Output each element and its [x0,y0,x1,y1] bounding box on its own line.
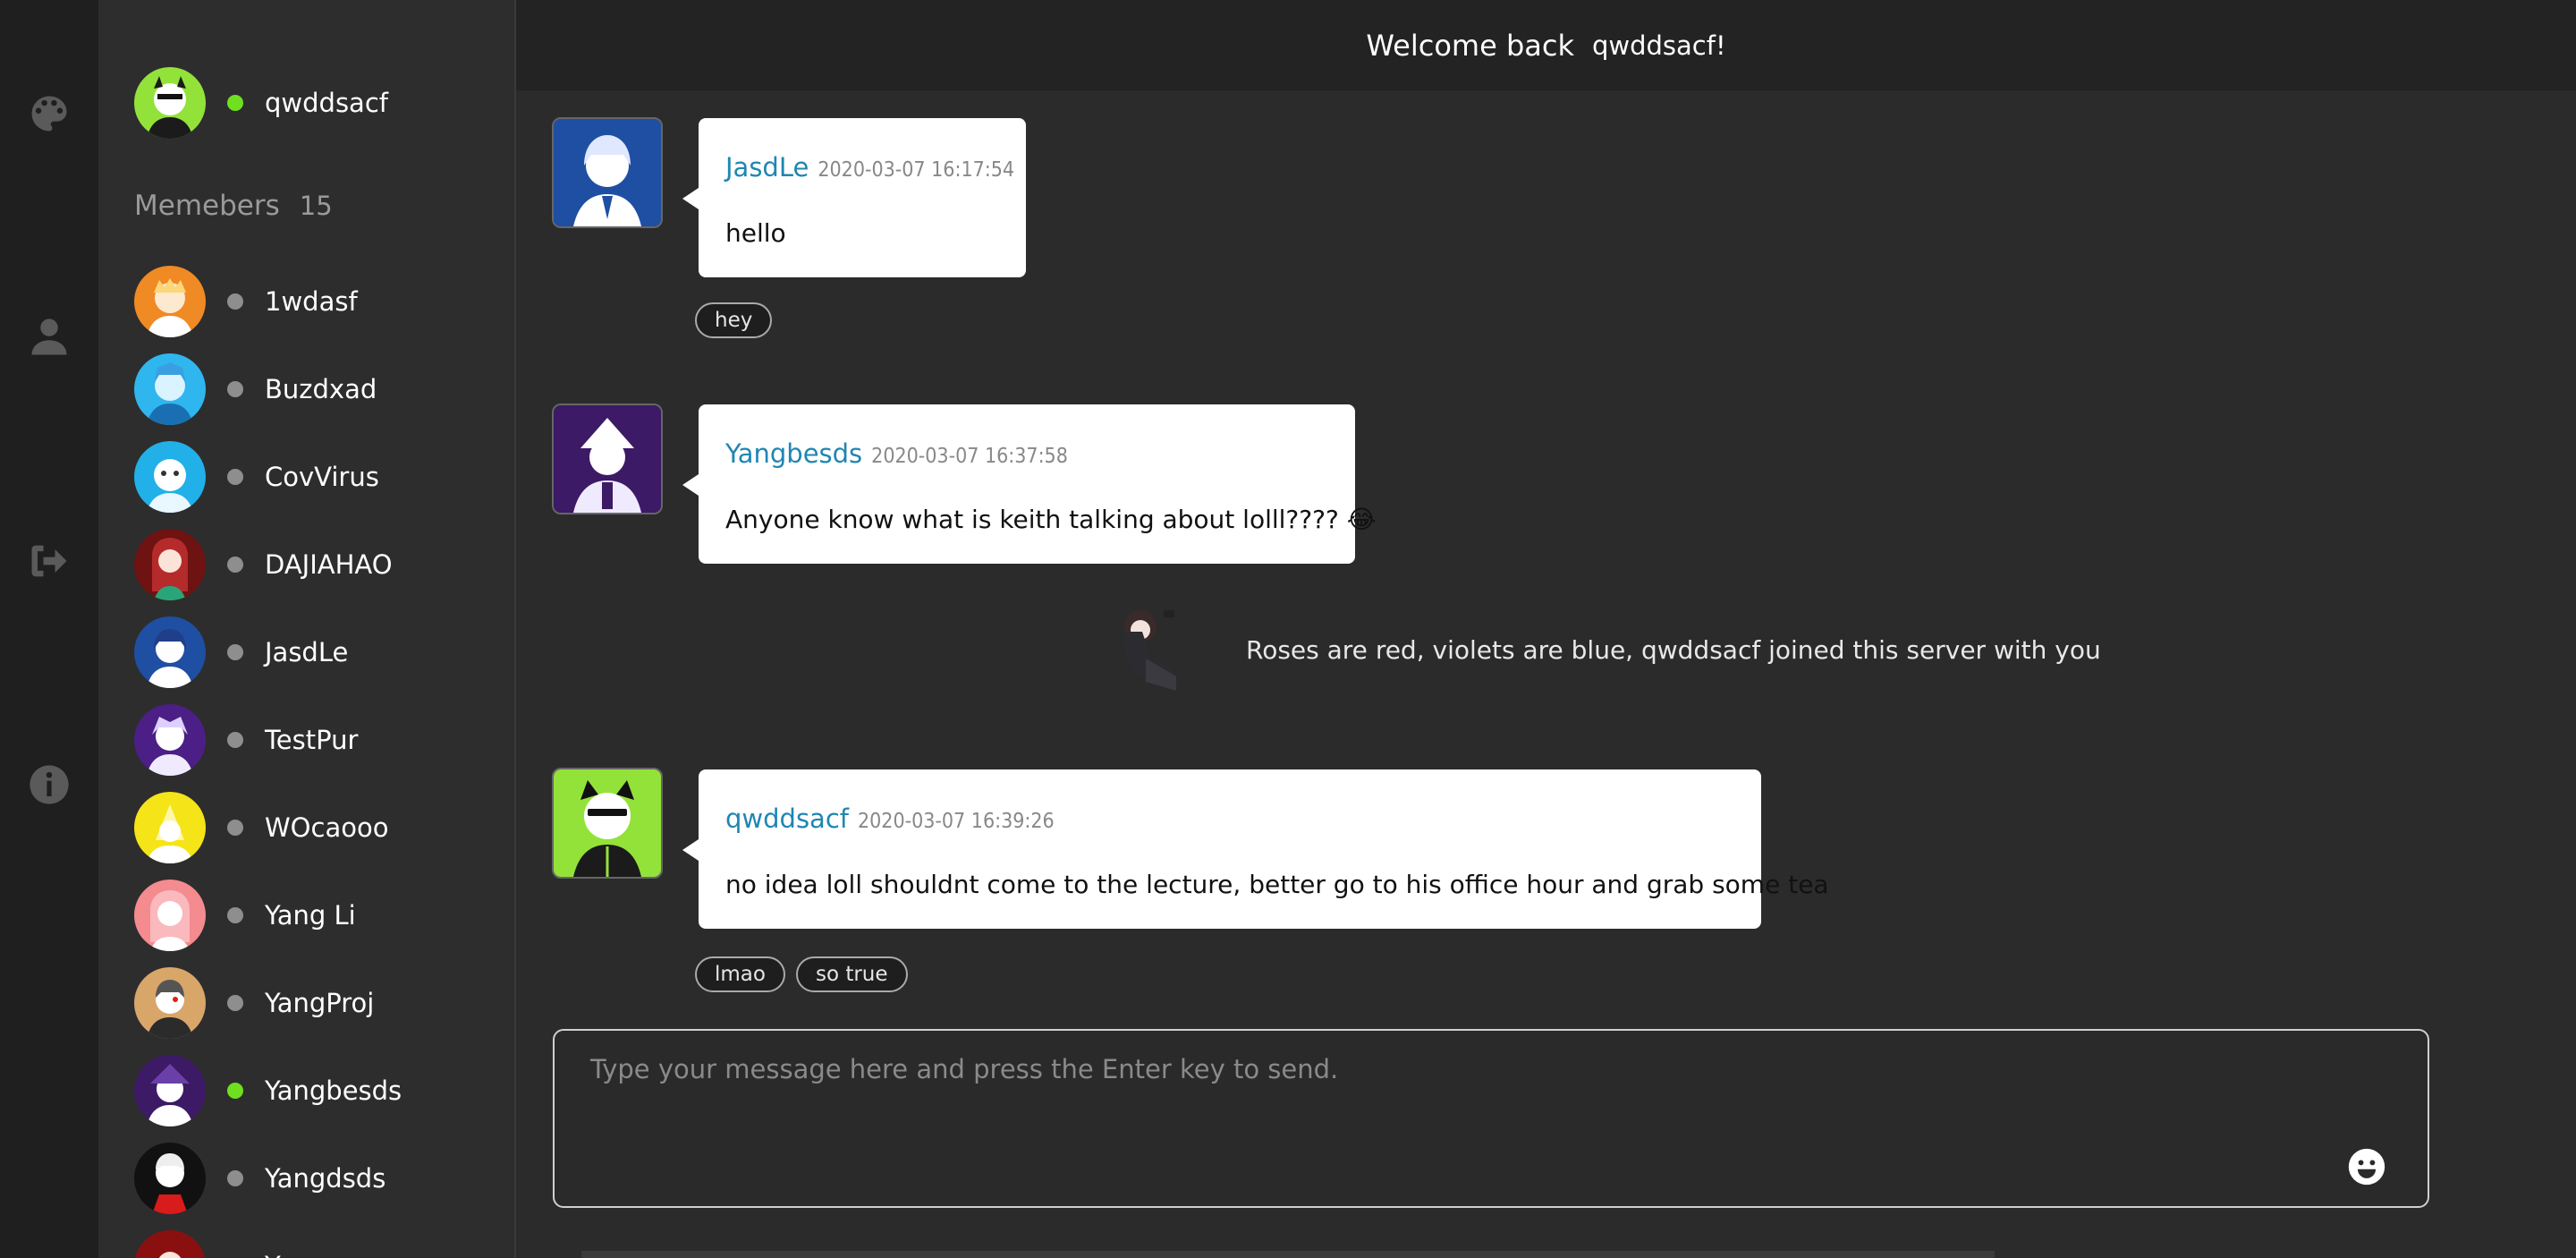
member-item[interactable]: DAJIAHAO [134,521,402,608]
message-header: JasdLe 2020-03-07 16:17:54 [725,152,1014,183]
current-user-name: qwddsacf [265,88,388,118]
message-header: qwddsacf 2020-03-07 16:39:26 [725,803,1055,834]
offline-status-dot [227,820,243,836]
welcome-text: Welcome back [1366,28,1574,63]
member-item[interactable]: Y... [134,1222,402,1258]
member-name: 1wdasf [265,286,358,317]
online-status-dot [227,95,243,111]
avatar [134,441,206,513]
chat-area: JasdLe 2020-03-07 16:17:54 hello hey Yan… [516,90,2576,1258]
message-timestamp: 2020-03-07 16:17:54 [818,158,1015,182]
message-text: no idea loll shouldnt come to the lectur… [725,870,1829,899]
reactions: lmao so true [695,956,908,992]
avatar [134,353,206,425]
avatar [134,1230,206,1258]
info-icon[interactable] [23,759,75,811]
avatar [134,967,206,1039]
message-timestamp: 2020-03-07 16:37:58 [871,445,1068,468]
scrollbar[interactable] [581,1251,1995,1258]
message-bubble: JasdLe 2020-03-07 16:17:54 hello [682,118,1026,277]
reaction-chip[interactable]: lmao [695,956,785,992]
online-status-dot [227,1083,243,1099]
offline-status-dot [227,469,243,485]
chat-header: Welcome back qwddsacf! [516,0,2576,90]
smile-icon[interactable] [2347,1147,2386,1186]
avatar [134,704,206,776]
member-item[interactable]: WOcaooo [134,784,402,871]
offline-status-dot [227,293,243,310]
sign-out-icon[interactable] [23,535,75,587]
offline-status-dot [227,907,243,923]
offline-status-dot [227,381,243,397]
avatar [134,1055,206,1126]
message-avatar[interactable] [552,768,663,879]
avatar [134,529,206,600]
member-name: DAJIAHAO [265,549,393,580]
message-bubble: Yangbesds 2020-03-07 16:37:58 Anyone kno… [682,404,1377,564]
message-username[interactable]: qwddsacf [725,803,849,834]
reactions: hey [695,302,773,338]
member-item[interactable]: Yang Li [134,871,402,959]
reaction-chip[interactable]: hey [695,302,773,338]
member-item[interactable]: TestPur [134,696,402,784]
member-item[interactable]: JasdLe [134,608,402,696]
sitting-girl-icon [1123,610,1176,691]
message-text: Anyone know what is keith talking about … [725,505,1377,534]
current-user[interactable]: qwddsacf [134,66,388,140]
offline-status-dot [227,1170,243,1186]
offline-status-dot [227,644,243,660]
avatar [134,616,206,688]
avatar [134,266,206,337]
system-message-text: Roses are red, violets are blue, qwddsac… [1246,634,2101,665]
members-label: Memebers [134,190,280,222]
user-icon[interactable] [23,311,75,363]
member-name: JasdLe [265,637,349,667]
message-avatar[interactable] [552,404,663,514]
message-username[interactable]: Yangbesds [725,438,862,469]
message-input[interactable]: Type your message here and press the Ent… [553,1029,2429,1208]
member-name: TestPur [265,725,359,755]
member-list: 1wdasf Buzdxad CovVirus DAJIAHAO JasdLe … [134,258,402,1258]
message-text: hello [725,218,786,248]
reaction-chip[interactable]: so true [795,956,908,992]
offline-status-dot [227,732,243,748]
member-item[interactable]: Yangdsds [134,1135,402,1222]
member-name: Y... [265,1251,301,1258]
avatar [134,792,206,863]
message-timestamp: 2020-03-07 16:39:26 [857,810,1055,833]
member-item[interactable]: YangProj [134,959,402,1047]
member-item[interactable]: CovVirus [134,433,402,521]
message-username[interactable]: JasdLe [725,152,809,183]
icon-rail [0,0,98,1258]
members-heading: Memebers 15 [134,190,333,222]
message-input-placeholder: Type your message here and press the Ent… [590,1054,1339,1084]
member-name: Yang Li [265,900,356,931]
member-item[interactable]: 1wdasf [134,258,402,345]
member-name: Buzdxad [265,374,377,404]
message-avatar[interactable] [552,117,663,228]
member-name: YangProj [265,988,375,1018]
offline-status-dot [227,995,243,1011]
member-item[interactable]: Buzdxad [134,345,402,433]
message-header: Yangbesds 2020-03-07 16:37:58 [725,438,1068,469]
avatar [134,67,206,139]
member-name: WOcaooo [265,812,389,843]
offline-status-dot [227,557,243,573]
system-message: Roses are red, violets are blue, qwddsac… [1106,596,2101,703]
header-username: qwddsacf! [1591,30,1726,61]
palette-icon[interactable] [23,88,75,140]
avatar [134,1143,206,1214]
member-name: Yangdsds [265,1163,386,1194]
avatar [134,880,206,951]
member-name: Yangbesds [265,1075,402,1106]
members-count: 15 [299,191,333,221]
member-item[interactable]: Yangbesds [134,1047,402,1135]
member-name: CovVirus [265,462,379,492]
member-sidebar: qwddsacf Memebers 15 1wdasf Buzdxad CovVi… [98,0,516,1258]
message-bubble: qwddsacf 2020-03-07 16:39:26 no idea lol… [682,769,1829,929]
